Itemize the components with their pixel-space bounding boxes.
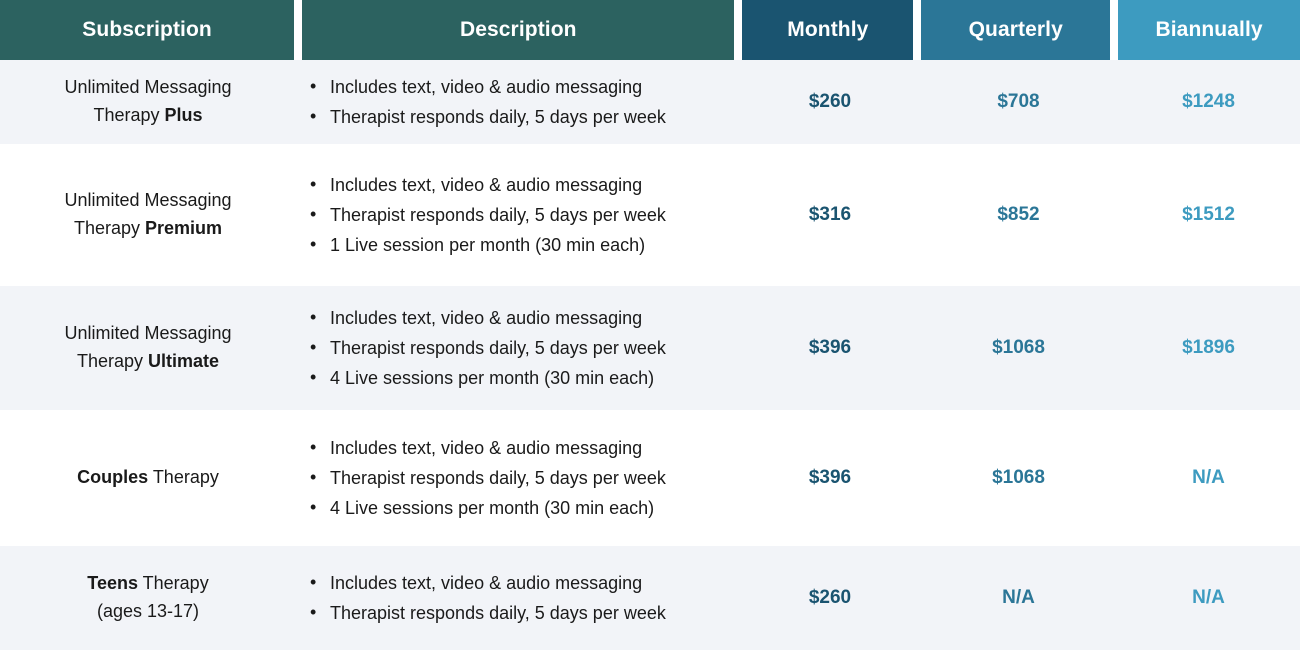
- subscription-name: Teens Therapy (ages 13-17): [87, 570, 208, 626]
- cell-price-monthly: $396: [808, 467, 852, 488]
- cell-price-biannually: $1896: [1182, 337, 1235, 358]
- subscription-name: Unlimited Messaging Therapy Ultimate: [64, 320, 231, 376]
- feature-item: Includes text, video & audio messaging: [309, 432, 666, 463]
- feature-item: Therapist responds daily, 5 days per wee…: [309, 462, 666, 493]
- column-header-quarterly[interactable]: Quarterly: [921, 0, 1111, 60]
- cell-subscription: Unlimited Messaging Therapy Premium: [0, 150, 296, 280]
- feature-item: Includes text, video & audio messaging: [309, 71, 666, 102]
- column-header-biannually[interactable]: Biannually: [1118, 0, 1300, 60]
- cell-description: Includes text, video & audio messagingTh…: [296, 416, 740, 540]
- table-row[interactable]: Unlimited Messaging Therapy Plus Includes …: [0, 60, 1300, 144]
- subscription-tier-label: Couples: [77, 467, 149, 488]
- table-row[interactable]: Couples Therapy Includes text, video & au…: [0, 416, 1300, 540]
- feature-list: Includes text, video & audio messagingTh…: [309, 567, 666, 628]
- subscription-name-line: Therapy Ultimate: [76, 351, 220, 371]
- subscription-name-line: Therapy Premium: [73, 218, 223, 238]
- feature-item: Therapist responds daily, 5 days per wee…: [309, 199, 666, 230]
- cell-subscription: Teens Therapy (ages 13-17): [0, 546, 296, 650]
- cell-description: Includes text, video & audio messagingTh…: [296, 546, 740, 650]
- feature-item: Includes text, video & audio messaging: [309, 567, 666, 598]
- feature-item: Therapist responds daily, 5 days per wee…: [309, 101, 666, 132]
- subscription-name-line: Unlimited Messaging: [64, 77, 232, 98]
- feature-item: Includes text, video & audio messaging: [309, 302, 666, 333]
- cell-subscription: Couples Therapy: [0, 416, 296, 540]
- feature-item: Therapist responds daily, 5 days per wee…: [309, 597, 666, 628]
- cell-subscription: Unlimited Messaging Therapy Plus: [0, 60, 296, 144]
- feature-item: 4 Live sessions per month (30 min each): [309, 362, 666, 393]
- cell-price-quarterly: $1068: [992, 337, 1045, 358]
- cell-price-biannually: N/A: [1192, 587, 1225, 608]
- feature-item: Therapist responds daily, 5 days per wee…: [309, 332, 666, 363]
- table-row[interactable]: Teens Therapy (ages 13-17) Includes text, …: [0, 546, 1300, 650]
- column-header-subscription[interactable]: Subscription: [0, 0, 295, 60]
- column-header-monthly[interactable]: Monthly: [742, 0, 914, 60]
- cell-price-quarterly: $1068: [992, 467, 1045, 488]
- subscription-name-line: Couples Therapy: [77, 467, 219, 488]
- column-header-description[interactable]: Description: [302, 0, 735, 60]
- cell-price-biannually: $1512: [1182, 204, 1235, 225]
- feature-list: Includes text, video & audio messagingTh…: [309, 169, 666, 261]
- cell-price-quarterly: $852: [997, 204, 1040, 225]
- subscription-name-line: Unlimited Messaging: [64, 323, 232, 344]
- subscription-tier-label: Premium: [145, 218, 223, 238]
- feature-item: 4 Live sessions per month (30 min each): [309, 492, 666, 523]
- cell-price-monthly: $260: [808, 587, 852, 608]
- cell-price-quarterly: N/A: [1002, 587, 1035, 608]
- cell-description: Includes text, video & audio messagingTh…: [296, 60, 740, 144]
- subscription-name-line: Unlimited Messaging: [64, 190, 232, 211]
- subscription-name-line: (ages 13-17): [96, 601, 200, 621]
- table-body: Unlimited Messaging Therapy Plus Includes …: [0, 60, 1300, 650]
- pricing-table: Subscription Description Monthly Quarter…: [0, 0, 1300, 650]
- table-row[interactable]: Unlimited Messaging Therapy Premium Includ…: [0, 150, 1300, 280]
- cell-description: Includes text, video & audio messagingTh…: [296, 286, 740, 410]
- subscription-name: Unlimited Messaging Therapy Premium: [64, 187, 231, 243]
- cell-price-monthly: $316: [808, 204, 852, 225]
- cell-price-monthly: $260: [808, 91, 852, 112]
- subscription-name: Unlimited Messaging Therapy Plus: [64, 74, 231, 130]
- subscription-tier-label: Ultimate: [148, 351, 220, 371]
- cell-price-biannually: $1248: [1182, 91, 1235, 112]
- feature-list: Includes text, video & audio messagingTh…: [309, 71, 666, 132]
- table-row[interactable]: Unlimited Messaging Therapy Ultimate Inclu…: [0, 286, 1300, 410]
- feature-item: 1 Live session per month (30 min each): [309, 229, 666, 260]
- cell-description: Includes text, video & audio messagingTh…: [296, 150, 740, 280]
- feature-list: Includes text, video & audio messagingTh…: [309, 302, 666, 394]
- subscription-name-line: Teens Therapy: [87, 573, 209, 594]
- cell-price-quarterly: $708: [997, 91, 1040, 112]
- cell-subscription: Unlimited Messaging Therapy Ultimate: [0, 286, 296, 410]
- feature-list: Includes text, video & audio messagingTh…: [309, 432, 666, 524]
- table-header-row: Subscription Description Monthly Quarter…: [0, 0, 1300, 60]
- feature-item: Includes text, video & audio messaging: [309, 169, 666, 200]
- subscription-tier-label: Teens: [87, 573, 138, 594]
- subscription-name: Couples Therapy: [77, 464, 219, 492]
- cell-price-monthly: $396: [808, 337, 852, 358]
- cell-price-biannually: N/A: [1192, 467, 1225, 488]
- subscription-name-line: Therapy Plus: [93, 105, 203, 125]
- subscription-tier-label: Plus: [164, 105, 203, 125]
